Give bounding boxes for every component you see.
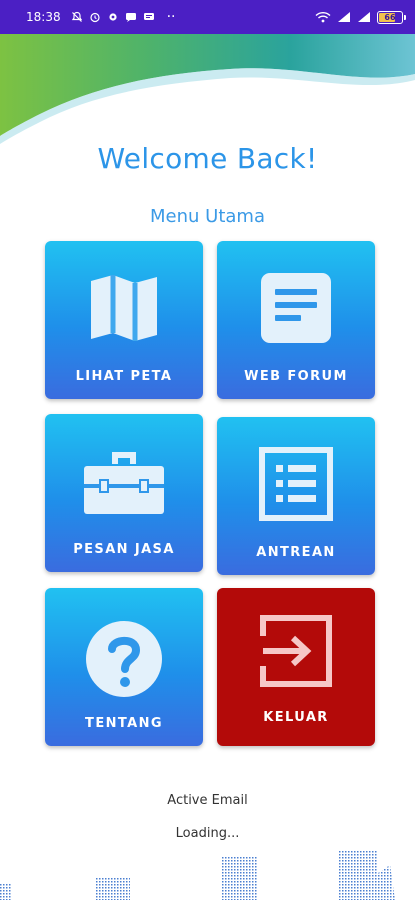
menu-label-tentang: TENTANG [85, 716, 163, 731]
document-icon [217, 241, 375, 361]
map-icon [45, 241, 203, 361]
city-skyline-decoration [0, 851, 395, 900]
alarm-icon [89, 11, 101, 23]
battery-icon: 66 [377, 10, 406, 24]
signal-2-icon [357, 11, 371, 23]
battery-level: 66 [384, 12, 396, 22]
menu-label-antrean: ANTREAN [256, 545, 336, 560]
signal-icon [337, 11, 351, 23]
toolbox-icon [45, 414, 203, 534]
status-bar: 18:38 ·· 66 [0, 0, 415, 34]
loading-text: Loading... [175, 826, 240, 841]
mute-bell-icon [71, 11, 83, 23]
chat-icon [143, 11, 155, 23]
header-wave [0, 34, 415, 144]
logout-icon [217, 588, 375, 708]
wifi-icon [315, 11, 331, 23]
status-time: 18:38 [26, 10, 61, 24]
message-icon [125, 11, 137, 23]
menu-tile-pesan-jasa[interactable]: PESAN JASA [45, 414, 203, 572]
settings-gear-icon [107, 11, 119, 23]
list-icon [217, 417, 375, 537]
menu-label-lihat-peta: LIHAT PETA [75, 369, 173, 384]
menu-title: Menu Utama [150, 206, 265, 227]
menu-tile-web-forum[interactable]: WEB FORUM [217, 241, 375, 399]
active-email-label: Active Email [167, 793, 248, 808]
help-icon [45, 588, 203, 708]
menu-label-pesan-jasa: PESAN JASA [73, 542, 175, 557]
menu-label-keluar: KELUAR [263, 710, 329, 725]
menu-tile-antrean[interactable]: ANTREAN [217, 417, 375, 575]
status-right: 66 [315, 10, 406, 24]
menu-label-web-forum: WEB FORUM [244, 369, 348, 384]
welcome-title: Welcome Back! [97, 142, 318, 175]
menu-tile-keluar[interactable]: KELUAR [217, 588, 375, 746]
menu-tile-tentang[interactable]: TENTANG [45, 588, 203, 746]
more-notifications: ·· [166, 9, 176, 25]
menu-tile-lihat-peta[interactable]: LIHAT PETA [45, 241, 203, 399]
status-left: 18:38 ·· [26, 9, 176, 25]
